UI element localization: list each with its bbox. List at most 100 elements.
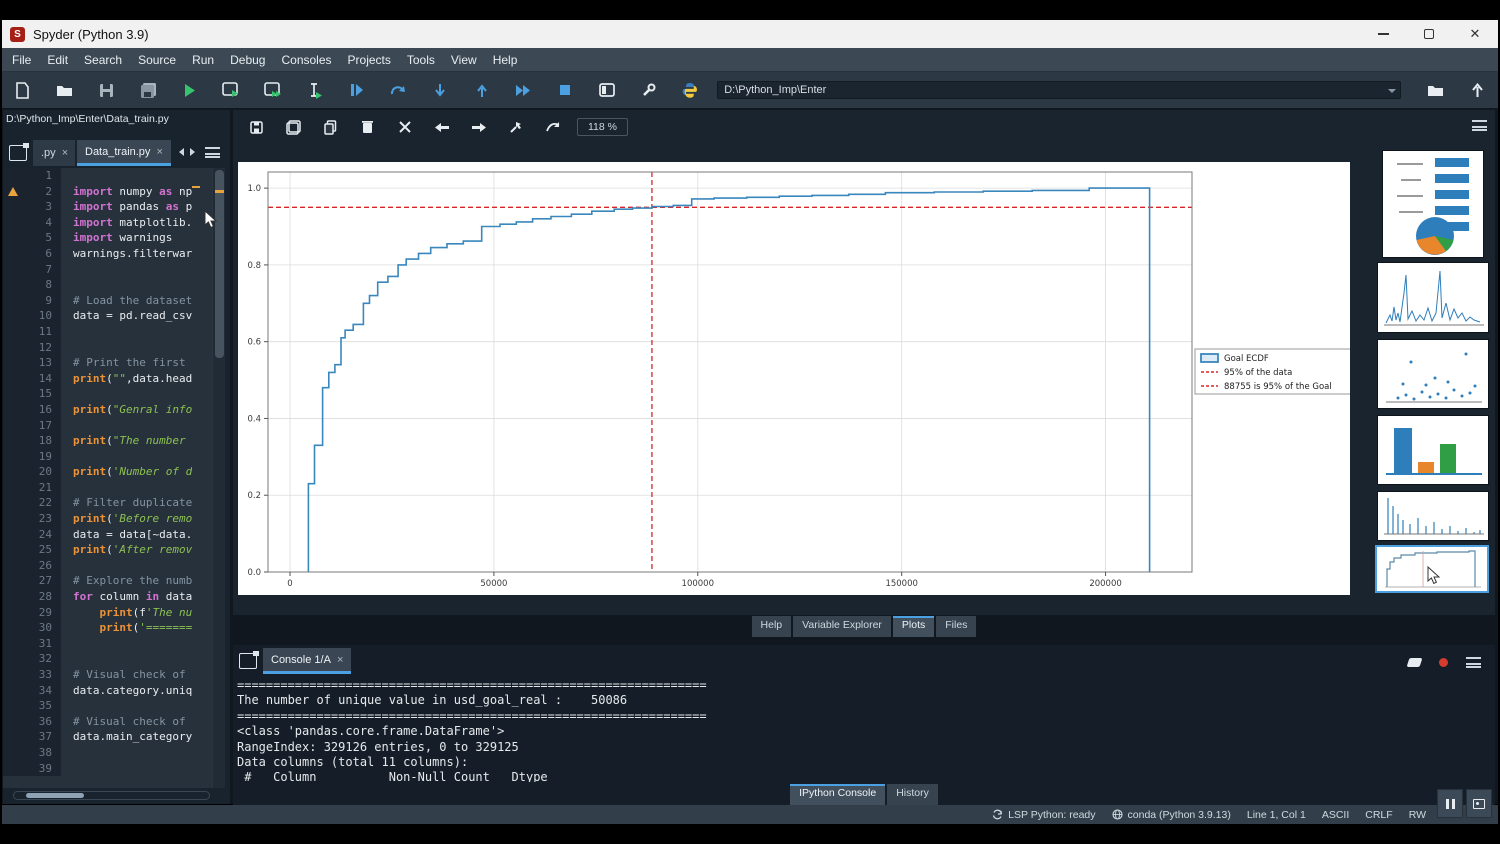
code-line[interactable]: 6warnings.filterwar bbox=[3, 246, 212, 262]
maximize-button[interactable] bbox=[1406, 20, 1452, 48]
code-line[interactable]: 21 bbox=[3, 480, 212, 496]
remove-variables-icon[interactable] bbox=[1407, 658, 1423, 667]
scrollbar-thumb[interactable] bbox=[215, 170, 224, 358]
pause-button[interactable] bbox=[1437, 789, 1463, 818]
code-line[interactable]: 38 bbox=[3, 745, 212, 761]
plot-thumbnail-barh-pie[interactable] bbox=[1382, 150, 1484, 258]
code-line[interactable]: 8 bbox=[3, 277, 212, 293]
code-editor[interactable]: 12import numpy as np3import pandas as p4… bbox=[3, 168, 212, 788]
parent-directory-icon[interactable] bbox=[1456, 75, 1498, 105]
code-line[interactable]: 9# Load the dataset bbox=[3, 293, 212, 309]
editor-tab-active[interactable]: Data_train.py× bbox=[77, 140, 171, 166]
preferences-wrench-icon[interactable] bbox=[628, 75, 670, 105]
code-line[interactable]: 1 bbox=[3, 168, 212, 184]
code-line[interactable]: 5import warnings bbox=[3, 230, 212, 246]
previous-plot-icon[interactable] bbox=[423, 115, 460, 139]
run-file-icon[interactable] bbox=[169, 75, 211, 105]
console-bottom-tab-history[interactable]: History bbox=[887, 784, 938, 805]
zoom-out-icon[interactable] bbox=[534, 115, 571, 139]
code-line[interactable]: 12 bbox=[3, 340, 212, 356]
code-line[interactable]: 39 bbox=[3, 761, 212, 777]
run-cell-icon[interactable] bbox=[211, 75, 253, 105]
interrupt-kernel-icon[interactable] bbox=[1439, 658, 1448, 667]
remove-plot-icon[interactable] bbox=[349, 115, 386, 139]
code-line[interactable]: 34data.category.uniq bbox=[3, 683, 212, 699]
code-line[interactable]: 33# Visual check of bbox=[3, 667, 212, 683]
debug-cell-icon[interactable] bbox=[377, 75, 419, 105]
code-line[interactable]: 28for column in data bbox=[3, 589, 212, 605]
menu-help[interactable]: Help bbox=[485, 53, 526, 67]
browse-directory-icon[interactable] bbox=[1415, 75, 1457, 105]
console-output[interactable]: ========================================… bbox=[237, 678, 1487, 782]
pane-tab-plots[interactable]: Plots bbox=[893, 616, 934, 637]
next-tab-icon[interactable] bbox=[190, 148, 195, 156]
path-dropdown-caret[interactable] bbox=[1388, 89, 1396, 93]
step-into-icon[interactable] bbox=[419, 75, 461, 105]
code-line[interactable]: 26 bbox=[3, 558, 212, 574]
menu-debug[interactable]: Debug bbox=[222, 53, 273, 67]
run-selection-icon[interactable] bbox=[294, 75, 336, 105]
plot-thumbnail-ecdf-selected[interactable] bbox=[1375, 545, 1489, 593]
code-line[interactable]: 14print("",data.head bbox=[3, 371, 212, 387]
save-all-plots-icon[interactable] bbox=[275, 115, 312, 139]
close-tab-icon[interactable]: × bbox=[337, 654, 343, 666]
close-tab-icon[interactable]: × bbox=[156, 146, 162, 158]
pane-tab-help[interactable]: Help bbox=[752, 616, 792, 637]
code-line[interactable]: 36# Visual check of bbox=[3, 714, 212, 730]
menu-tools[interactable]: Tools bbox=[399, 53, 443, 67]
status-conda-python-3-9-13[interactable]: conda (Python 3.9.13) bbox=[1112, 809, 1231, 821]
copy-plot-icon[interactable] bbox=[312, 115, 349, 139]
editor-options-menu-icon[interactable] bbox=[205, 147, 220, 158]
run-cell-advance-icon[interactable] bbox=[252, 75, 294, 105]
code-line[interactable]: 4import matplotlib. bbox=[3, 215, 212, 231]
code-line[interactable]: 35 bbox=[3, 698, 212, 714]
pane-tab-variable-explorer[interactable]: Variable Explorer bbox=[793, 616, 891, 637]
debug-file-icon[interactable] bbox=[336, 75, 378, 105]
save-icon[interactable] bbox=[85, 75, 127, 105]
code-line[interactable]: 32 bbox=[3, 651, 212, 667]
code-line[interactable]: 29 print(f'The nu bbox=[3, 605, 212, 621]
code-line[interactable]: 23print('Before remo bbox=[3, 511, 212, 527]
maximize-pane-icon[interactable] bbox=[586, 75, 628, 105]
code-line[interactable]: 31 bbox=[3, 636, 212, 652]
code-line[interactable]: 37data.main_category bbox=[3, 729, 212, 745]
menu-search[interactable]: Search bbox=[76, 53, 130, 67]
close-tab-icon[interactable]: × bbox=[62, 147, 68, 159]
status-rw[interactable]: RW bbox=[1409, 809, 1426, 821]
console-bottom-tab-ipython-console[interactable]: IPython Console bbox=[790, 784, 885, 805]
code-line[interactable]: 3import pandas as p bbox=[3, 199, 212, 215]
plot-thumbnail-histogram[interactable] bbox=[1377, 491, 1489, 541]
working-directory-input[interactable]: D:\Python_Imp\Enter bbox=[717, 81, 1400, 99]
menu-file[interactable]: File bbox=[4, 53, 39, 67]
code-line[interactable]: 2import numpy as np bbox=[3, 184, 212, 200]
code-line[interactable]: 24data = data[~data. bbox=[3, 527, 212, 543]
pane-tab-files[interactable]: Files bbox=[936, 616, 976, 637]
code-line[interactable]: 7 bbox=[3, 262, 212, 278]
code-line[interactable]: 13# Print the first bbox=[3, 355, 212, 371]
code-line[interactable]: 27# Explore the numb bbox=[3, 573, 212, 589]
prev-tab-icon[interactable] bbox=[179, 148, 184, 156]
plot-zoom-level[interactable]: 118 % bbox=[577, 118, 628, 136]
open-folder-icon[interactable] bbox=[44, 75, 86, 105]
save-plot-icon[interactable] bbox=[238, 115, 275, 139]
menu-consoles[interactable]: Consoles bbox=[273, 53, 339, 67]
menu-edit[interactable]: Edit bbox=[39, 53, 76, 67]
scrollbar-thumb[interactable] bbox=[26, 793, 84, 798]
python-env-icon[interactable] bbox=[670, 75, 712, 105]
menu-projects[interactable]: Projects bbox=[340, 53, 399, 67]
code-line[interactable]: 20print('Number of d bbox=[3, 464, 212, 480]
status-line-1-col-1[interactable]: Line 1, Col 1 bbox=[1247, 809, 1306, 821]
zoom-in-icon[interactable] bbox=[497, 115, 534, 139]
minimize-button[interactable] bbox=[1360, 20, 1406, 48]
code-line[interactable]: 30 print('======= bbox=[3, 620, 212, 636]
step-out-icon[interactable] bbox=[461, 75, 503, 105]
plot-thumbnail-scatter[interactable] bbox=[1377, 339, 1489, 409]
browse-tabs-icon[interactable] bbox=[239, 653, 257, 669]
stop-icon[interactable] bbox=[544, 75, 586, 105]
next-plot-icon[interactable] bbox=[460, 115, 497, 139]
status-crlf[interactable]: CRLF bbox=[1365, 809, 1392, 821]
code-line[interactable]: 18print("The number bbox=[3, 433, 212, 449]
code-line[interactable]: 10data = pd.read_csv bbox=[3, 308, 212, 324]
plot-thumbnail-spikes[interactable] bbox=[1377, 262, 1489, 333]
code-line[interactable]: 11 bbox=[3, 324, 212, 340]
